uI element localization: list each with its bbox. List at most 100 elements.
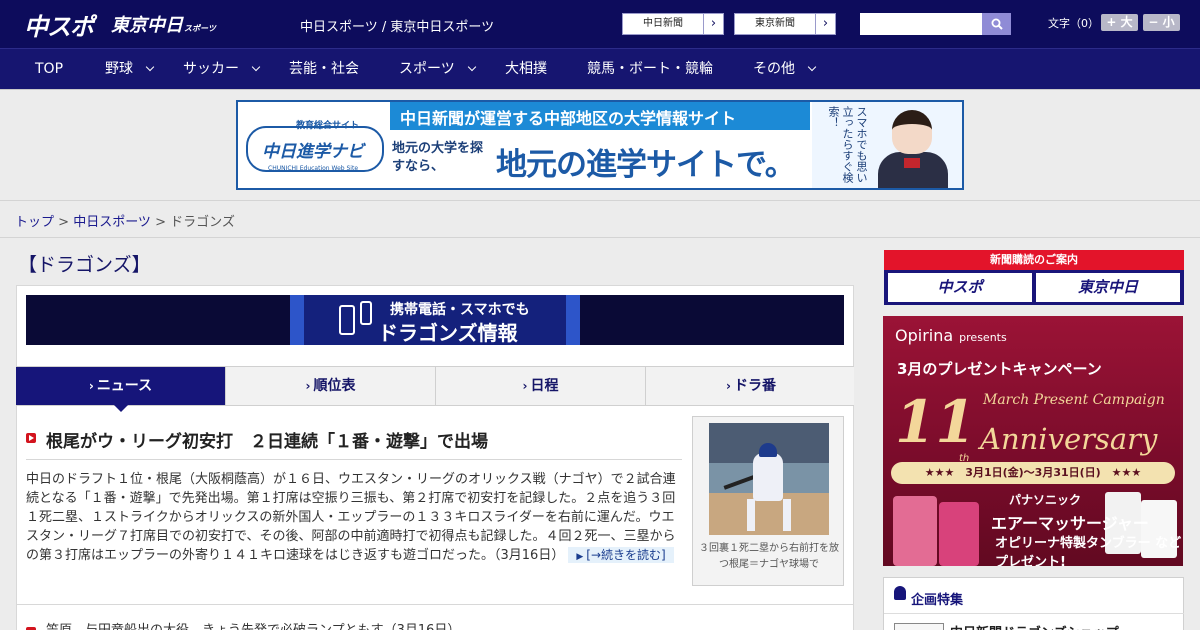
chevron-down-icon: [807, 62, 817, 72]
search-icon: [991, 18, 1003, 30]
caret-right-icon: ›: [726, 379, 731, 393]
article-date: （3月16日）: [494, 548, 565, 563]
campaign-presents: presents: [959, 331, 1007, 344]
site-header: 中スポ 東京中日スポーツ 中日スポーツ / 東京中日スポーツ 中日新聞 › 東京…: [0, 0, 1200, 48]
article-headline[interactable]: 根尾がウ・リーグ初安打 ２日連続「１番・遊撃」で出場: [46, 427, 488, 452]
nav-label: スポーツ: [399, 61, 455, 77]
campaign-product-name: エアーマッサージャー: [991, 514, 1149, 533]
feature-box: 企画特集 中日新聞ドラゴンズショップ: [883, 577, 1184, 630]
tab-schedule[interactable]: › 日程: [436, 367, 646, 405]
news-list-divider: [16, 604, 854, 605]
campaign-anniversary: Anniversary: [980, 422, 1158, 456]
banner-logo-main: 中日進学ナビ: [262, 142, 364, 162]
campaign-title: 3月のプレゼントキャンペーン: [897, 360, 1102, 378]
subscribe-chuspo-button[interactable]: 中スポ: [888, 273, 1032, 302]
caret-right-icon: ›: [305, 379, 311, 393]
feature-divider: [884, 613, 1184, 614]
ad-banner-shingaku-navi[interactable]: 教育総合サイト 中日進学ナビ CHUNICHI Education Web Si…: [236, 100, 964, 190]
breadcrumb-home[interactable]: トップ: [15, 215, 54, 230]
banner-top-text: 中日新聞が運営する中部地区の大学情報サイト: [400, 109, 737, 128]
banner-vertical-text: スマホでも思い立ったらすぐ検索！: [827, 106, 868, 183]
read-more-link[interactable]: ▶ [→続きを読む]: [568, 547, 674, 563]
feature-item-link[interactable]: 中日新聞ドラゴンズショップ: [950, 622, 1119, 630]
mobile-dragons-banner[interactable]: 携帯電話・スマホでも ドラゴンズ情報: [26, 295, 844, 345]
banner-photo-area: スマホでも思い立ったらすぐ検索！: [812, 102, 962, 188]
photo-helmet: [759, 443, 777, 457]
caret-right-icon: ›: [88, 379, 94, 393]
nav-divider: [0, 89, 1200, 90]
banner-logo-sub: 教育総合サイト: [296, 121, 360, 131]
nav-label: 競馬・ボート・競輪: [587, 61, 713, 77]
photo-batter-legs: [747, 499, 791, 531]
chunichi-shimbun-link[interactable]: 中日新聞 ›: [622, 13, 724, 35]
nav-label: 芸能・社会: [289, 61, 359, 77]
banner-sub-text: 地元の大学を探すなら、: [392, 141, 484, 174]
student-figure-bow: [904, 158, 920, 168]
main-nav: TOP 野球 サッカー 芸能・社会 スポーツ 大相撲 競馬・ボート・競輪 その他: [0, 48, 1200, 89]
tokyo-logo-text: 東京中日: [111, 15, 183, 36]
mobile-banner-strip: [566, 295, 580, 345]
tab-label: ドラ番: [733, 378, 776, 394]
subscribe-tokyo-chunichi-button[interactable]: 東京中日: [1036, 273, 1180, 302]
campaign-product-extra: オピリーナ特製タンブラー など プレゼント!: [995, 536, 1182, 566]
tokyo-shimbun-link[interactable]: 東京新聞 ›: [734, 13, 836, 35]
mobile-banner-line2: ドラゴンズ情報: [378, 321, 518, 345]
nav-item-baseball[interactable]: 野球: [105, 49, 155, 90]
tab-dora-ban[interactable]: › ドラ番: [646, 367, 856, 405]
tab-news[interactable]: › ニュース: [16, 367, 226, 412]
student-figure-head: [892, 110, 932, 154]
nav-label: サッカー: [183, 61, 239, 77]
read-more-label: [→続きを読む]: [586, 548, 666, 562]
ribbon-icon: [894, 586, 906, 600]
nav-item-entertainment[interactable]: 芸能・社会: [289, 49, 359, 90]
article-photo-box: ３回裏１死二塁から右前打を放つ根尾＝ナゴヤ球場で: [692, 416, 844, 586]
breadcrumb-separator: >: [150, 215, 171, 230]
headline-divider: [26, 459, 682, 460]
tokyo-chunichi-logo[interactable]: 東京中日スポーツ: [111, 11, 216, 37]
campaign-en-title: March Present Campaign: [983, 392, 1165, 408]
tab-standings[interactable]: › 順位表: [226, 367, 436, 405]
tab-label: ニュース: [96, 378, 153, 394]
banner-logo-area: 教育総合サイト 中日進学ナビ CHUNICHI Education Web Si…: [238, 102, 390, 188]
mobile-banner-strip: [290, 295, 304, 345]
search-input[interactable]: [860, 13, 982, 35]
banner-logo-en: CHUNICHI Education Web Site: [268, 165, 359, 172]
article-photo[interactable]: [709, 423, 829, 535]
photo-caption: ３回裏１死二塁から右前打を放つ根尾＝ナゴヤ球場で: [699, 543, 839, 570]
search-button[interactable]: [982, 13, 1011, 35]
subscription-title: 新聞購読のご案内: [884, 250, 1184, 270]
news-list-item[interactable]: 笠原、与田竜船出の大役 きょう先発で必破ランプともす（3月16日）: [46, 619, 460, 630]
breadcrumb-section[interactable]: 中日スポーツ: [73, 215, 151, 230]
massager-product: [893, 496, 937, 566]
link-label: 中日新聞: [643, 18, 683, 29]
nav-item-racing[interactable]: 競馬・ボート・競輪: [587, 49, 713, 90]
mobile-banner-line1: 携帯電話・スマホでも: [390, 302, 530, 318]
feature-thumbnail[interactable]: [894, 623, 944, 630]
section-tabs: › ニュース › 順位表 › 日程 › ドラ番: [16, 366, 856, 412]
tokyo-logo-sub: スポーツ: [184, 24, 216, 33]
campaign-dates: ★★★ 3月1日(金)〜3月31日(日) ★★★: [891, 462, 1175, 484]
feature-title: 企画特集: [911, 593, 964, 608]
page-title: 【ドラゴンズ】: [18, 254, 151, 276]
campaign-ad[interactable]: Opirina presents 3月のプレゼントキャンペーン 11 March …: [883, 316, 1183, 566]
breadcrumb-separator: >: [54, 215, 74, 230]
bullet-marker-icon: [26, 433, 36, 443]
font-increase-button[interactable]: + 大: [1101, 14, 1138, 31]
caret-right-icon: ›: [522, 379, 528, 393]
nav-item-sports[interactable]: スポーツ: [399, 49, 476, 90]
nav-item-soccer[interactable]: サッカー: [183, 49, 261, 90]
smartphone-icon: [339, 305, 355, 335]
chevron-down-icon: [145, 62, 155, 72]
nav-item-sumo[interactable]: 大相撲: [505, 49, 547, 90]
font-decrease-button[interactable]: − 小: [1143, 14, 1180, 31]
nav-item-other[interactable]: その他: [753, 49, 817, 90]
banner-main-text: 地元の進学サイトで。: [496, 147, 796, 183]
site-title[interactable]: 中日スポーツ / 東京中日スポーツ: [300, 16, 494, 35]
font-size-label: 文字（0）: [1048, 17, 1099, 30]
massager-product: [939, 502, 979, 566]
chevron-down-icon: [467, 62, 476, 72]
subscription-box: 新聞購読のご案内 中スポ 東京中日: [884, 250, 1184, 305]
chevron-right-icon: ›: [703, 14, 723, 34]
chuspo-logo[interactable]: 中スポ: [24, 7, 94, 42]
nav-item-top[interactable]: TOP: [35, 49, 63, 90]
